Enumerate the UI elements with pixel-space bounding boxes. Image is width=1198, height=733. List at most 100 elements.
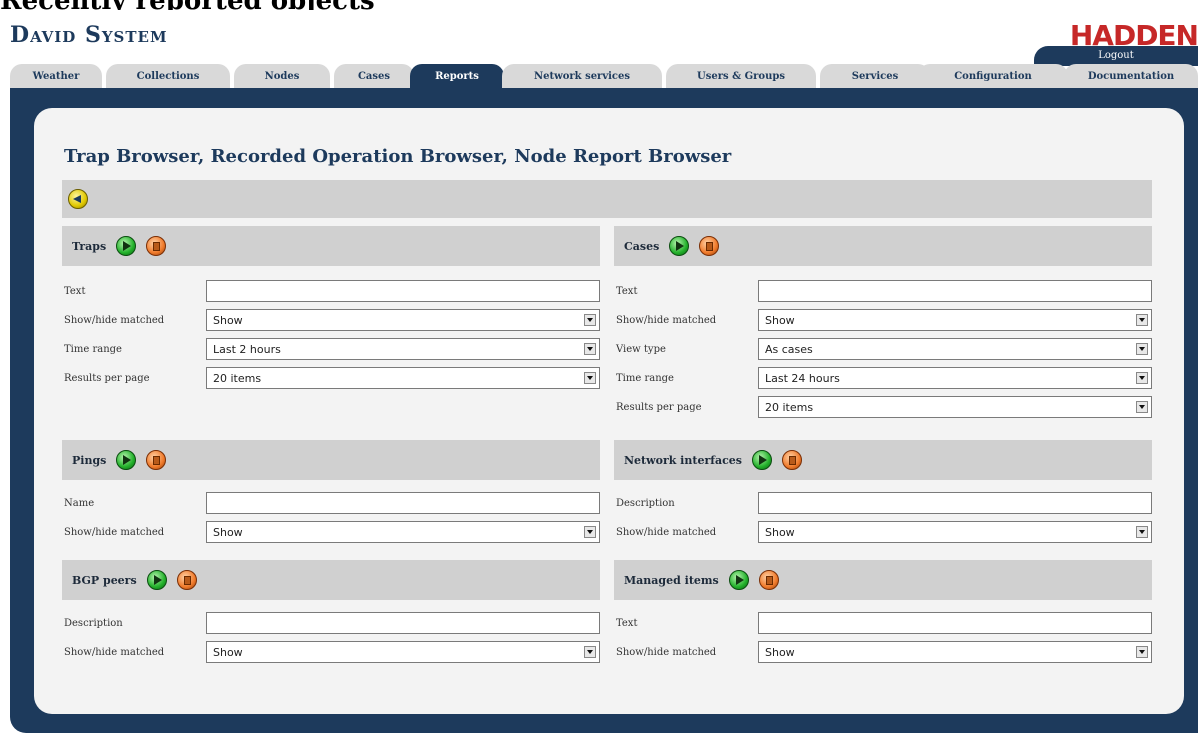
- field-label: Time range: [64, 344, 122, 355]
- go-icon[interactable]: [116, 450, 137, 470]
- chevron-down-icon[interactable]: [584, 314, 596, 326]
- pings-section: Pings Name Show/hide matched Show: [62, 440, 600, 548]
- tab-nodes[interactable]: Nodes: [234, 64, 330, 88]
- form-row: Results per page 20 items: [614, 394, 1152, 423]
- section-title: Pings: [72, 453, 107, 467]
- show-hide-select[interactable]: Show: [206, 521, 600, 543]
- show-hide-select[interactable]: Show: [206, 309, 600, 331]
- chevron-down-icon[interactable]: [1136, 343, 1148, 355]
- select-value: Last 2 hours: [213, 343, 281, 356]
- go-icon[interactable]: [146, 570, 167, 590]
- select-value: Show: [765, 526, 795, 539]
- select-value: Show: [213, 526, 243, 539]
- section-title: Cases: [624, 239, 660, 253]
- chevron-down-icon[interactable]: [1136, 401, 1148, 413]
- clear-icon[interactable]: [146, 450, 167, 470]
- field-label: Description: [616, 498, 675, 509]
- field-label: Show/hide matched: [616, 647, 717, 658]
- field-label: Show/hide matched: [616, 315, 717, 326]
- description-input[interactable]: [206, 612, 600, 634]
- logout-button[interactable]: Logout: [1034, 46, 1198, 66]
- go-icon[interactable]: [669, 236, 690, 256]
- name-input[interactable]: [206, 492, 600, 514]
- tab-reports[interactable]: Reports: [410, 64, 504, 88]
- chevron-down-icon[interactable]: [584, 526, 596, 538]
- main-tabs: Weather Collections Nodes Cases Reports …: [10, 64, 1198, 88]
- form-row: Results per page 20 items: [62, 365, 600, 394]
- show-hide-select[interactable]: Show: [758, 521, 1152, 543]
- form-row: Text: [614, 610, 1152, 639]
- field-label: Text: [616, 618, 638, 629]
- go-icon[interactable]: [116, 236, 137, 256]
- form-row: Show/hide matched Show: [614, 307, 1152, 336]
- go-icon[interactable]: [728, 570, 749, 590]
- clear-icon[interactable]: [146, 236, 167, 256]
- network-interfaces-section: Network interfaces Description Show/hide…: [614, 440, 1152, 548]
- clear-icon[interactable]: [782, 450, 802, 470]
- form-row: Description: [614, 490, 1152, 519]
- time-range-select[interactable]: Last 2 hours: [206, 338, 600, 360]
- chevron-down-icon[interactable]: [1136, 526, 1148, 538]
- tab-network-services[interactable]: Network services: [502, 64, 662, 88]
- field-label: Name: [64, 498, 95, 509]
- form-row: Name: [62, 490, 600, 519]
- tab-weather[interactable]: Weather: [10, 64, 102, 88]
- form-row: Show/hide matched Show: [62, 519, 600, 548]
- field-label: Text: [616, 286, 638, 297]
- managed-items-header: Managed items: [614, 560, 1152, 600]
- chevron-down-icon[interactable]: [584, 372, 596, 384]
- field-label: Show/hide matched: [64, 527, 165, 538]
- bgp-peers-section: BGP peers Description Show/hide matched …: [62, 560, 600, 668]
- field-label: View type: [616, 344, 666, 355]
- tab-documentation[interactable]: Documentation: [1064, 64, 1198, 88]
- clear-icon[interactable]: [699, 236, 720, 256]
- section-title: Traps: [72, 239, 107, 253]
- form-row: Show/hide matched Show: [614, 639, 1152, 668]
- clear-icon[interactable]: [176, 570, 197, 590]
- description-input[interactable]: [758, 492, 1152, 514]
- back-arrow-icon[interactable]: [68, 189, 88, 209]
- results-per-page-select[interactable]: 20 items: [206, 367, 600, 389]
- select-value: 20 items: [213, 372, 262, 385]
- field-label: Time range: [616, 373, 674, 384]
- text-input[interactable]: [206, 280, 600, 302]
- select-value: 20 items: [765, 401, 814, 414]
- form-row: Show/hide matched Show: [614, 519, 1152, 548]
- clear-icon[interactable]: [758, 570, 779, 590]
- bgp-peers-header: BGP peers: [62, 560, 600, 600]
- field-label: Show/hide matched: [64, 315, 165, 326]
- show-hide-select[interactable]: Show: [206, 641, 600, 663]
- managed-items-section: Managed items Text Show/hide matched Sho…: [614, 560, 1152, 668]
- show-hide-select[interactable]: Show: [758, 309, 1152, 331]
- tab-collections[interactable]: Collections: [106, 64, 230, 88]
- form-row: Text: [62, 278, 600, 307]
- select-value: As cases: [765, 343, 813, 356]
- view-type-select[interactable]: As cases: [758, 338, 1152, 360]
- traps-header: Traps: [62, 226, 600, 266]
- field-label: Description: [64, 618, 123, 629]
- tab-services[interactable]: Services: [820, 64, 930, 88]
- select-value: Last 24 hours: [765, 372, 840, 385]
- chevron-down-icon[interactable]: [1136, 372, 1148, 384]
- chevron-down-icon[interactable]: [1136, 646, 1148, 658]
- form-row: View type As cases: [614, 336, 1152, 365]
- field-label: Show/hide matched: [64, 647, 165, 658]
- show-hide-select[interactable]: Show: [758, 641, 1152, 663]
- text-input[interactable]: [758, 280, 1152, 302]
- tab-cases[interactable]: Cases: [334, 64, 414, 88]
- form-row: Time range Last 24 hours: [614, 365, 1152, 394]
- results-per-page-select[interactable]: 20 items: [758, 396, 1152, 418]
- cropped-heading: Recently reported objects: [0, 0, 520, 10]
- chevron-down-icon[interactable]: [584, 646, 596, 658]
- time-range-select[interactable]: Last 24 hours: [758, 367, 1152, 389]
- tab-users-groups[interactable]: Users & Groups: [666, 64, 816, 88]
- select-value: Show: [765, 314, 795, 327]
- chevron-down-icon[interactable]: [584, 343, 596, 355]
- section-title: Network interfaces: [624, 453, 742, 467]
- tab-configuration[interactable]: Configuration: [918, 64, 1068, 88]
- chevron-down-icon[interactable]: [1136, 314, 1148, 326]
- go-icon[interactable]: [752, 450, 772, 470]
- form-row: Show/hide matched Show: [62, 639, 600, 668]
- field-label: Show/hide matched: [616, 527, 717, 538]
- text-input[interactable]: [758, 612, 1152, 634]
